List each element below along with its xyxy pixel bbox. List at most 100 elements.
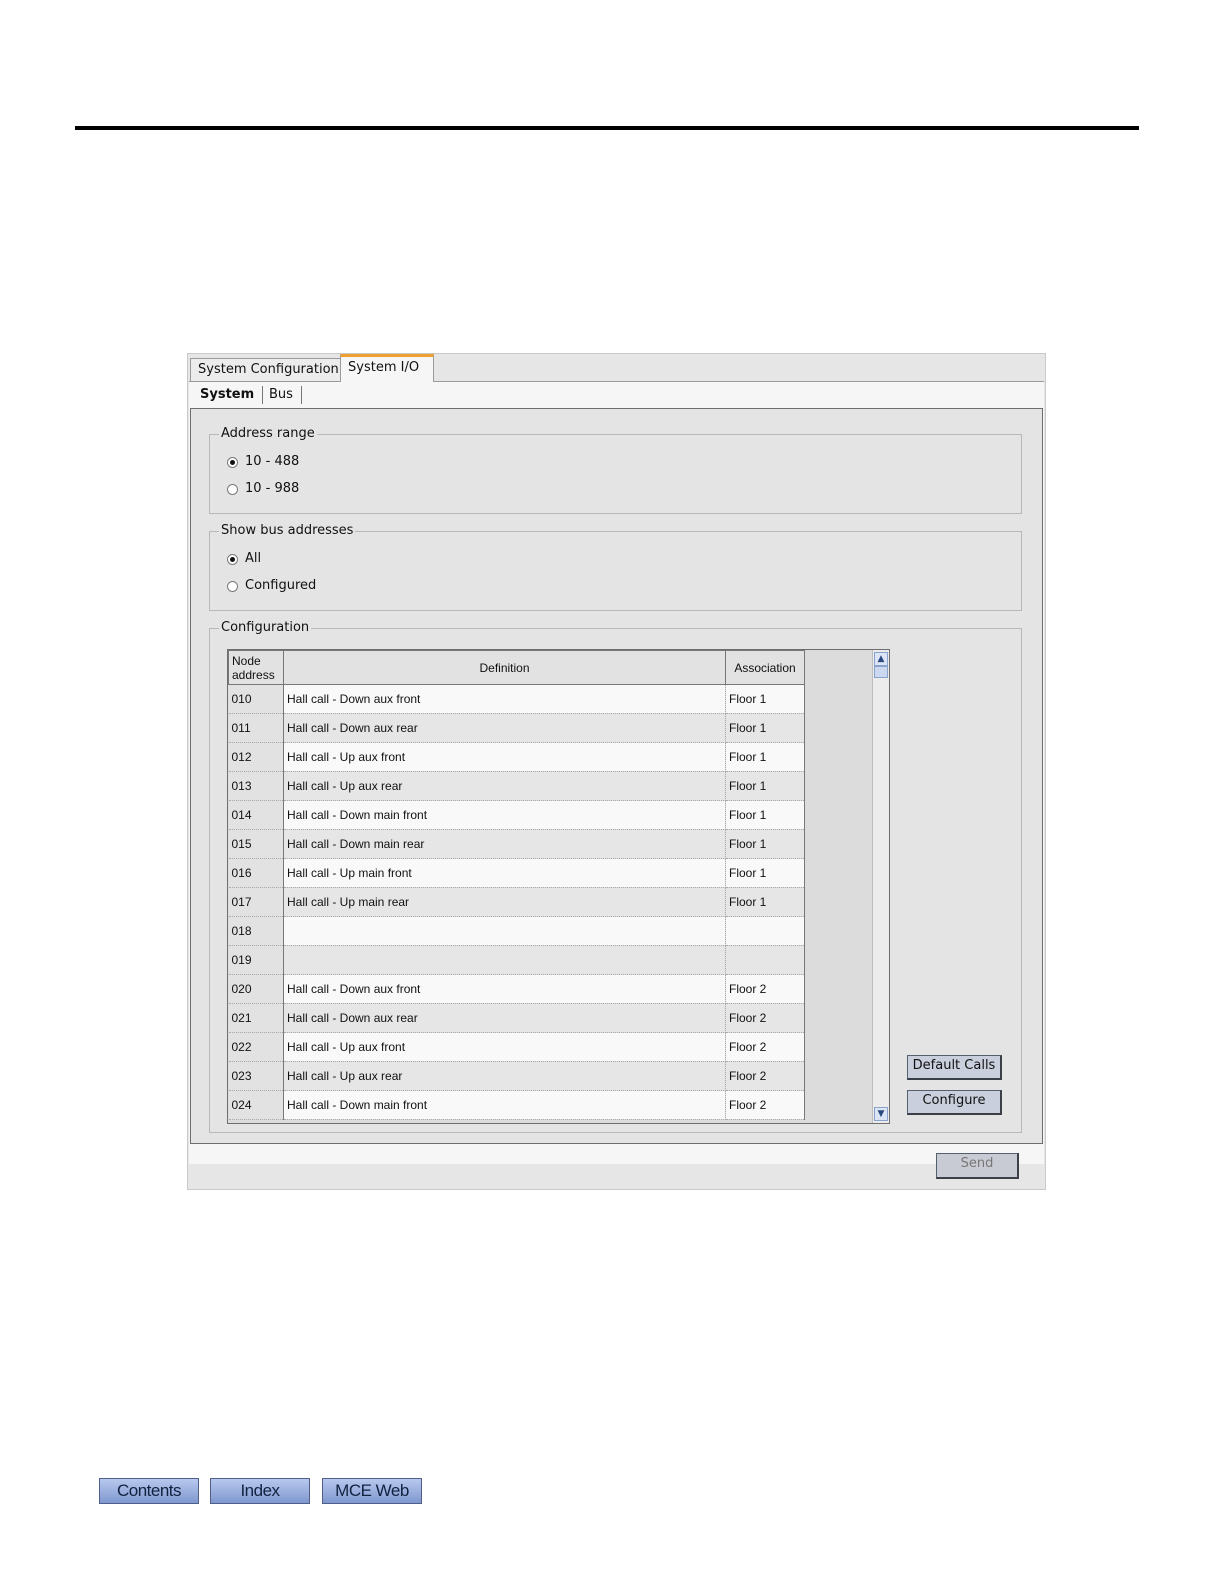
table-row[interactable]: 019	[228, 945, 805, 975]
subtab-bus[interactable]: Bus	[261, 386, 302, 404]
node-address-cell[interactable]: 017	[228, 887, 284, 917]
association-cell[interactable]: Floor 1	[725, 800, 805, 830]
table-row[interactable]: 021 Hall call - Down aux rear Floor 2	[228, 1003, 805, 1033]
definition-cell[interactable]: Hall call - Up aux front	[283, 742, 726, 772]
scroll-thumb[interactable]	[874, 666, 888, 678]
association-cell[interactable]: Floor 2	[725, 1032, 805, 1062]
association-cell[interactable]	[725, 945, 805, 975]
node-address-cell[interactable]: 016	[228, 858, 284, 888]
top-rule	[75, 126, 1139, 130]
tab-system-configuration[interactable]: System Configuration	[190, 358, 341, 381]
definition-cell[interactable]: Hall call - Up main rear	[283, 887, 726, 917]
contents-nav-button[interactable]: Contents	[99, 1478, 199, 1504]
table-body: 010 Hall call - Down aux front Floor 1 011 H…	[228, 684, 805, 1120]
node-address-cell[interactable]: 019	[228, 945, 284, 975]
association-cell[interactable]: Floor 1	[725, 713, 805, 743]
definition-cell[interactable]: Hall call - Up aux rear	[283, 1061, 726, 1091]
address-range-legend: Address range	[219, 425, 317, 443]
definition-cell[interactable]: Hall call - Down aux front	[283, 684, 726, 714]
show-all-option[interactable]: All	[227, 550, 261, 568]
system-io-panel: System Bus Address range 10 - 488 10 - 9…	[189, 381, 1044, 1179]
table-row[interactable]: 014 Hall call - Down main front Floor 1	[228, 800, 805, 830]
configure-button[interactable]: Configure	[907, 1090, 1002, 1115]
definition-cell[interactable]: Hall call - Up main front	[283, 858, 726, 888]
node-address-cell[interactable]: 014	[228, 800, 284, 830]
show-bus-addresses-group: Show bus addresses All Configured	[209, 522, 1022, 611]
definition-cell[interactable]: Hall call - Down aux rear	[283, 1003, 726, 1033]
definition-cell[interactable]: Hall call - Down main rear	[283, 829, 726, 859]
node-address-cell[interactable]: 010	[228, 684, 284, 714]
tab-system-io[interactable]: System I/O	[340, 354, 434, 382]
option-label: Configured	[245, 578, 317, 593]
scroll-down-icon[interactable]: ▼	[874, 1107, 888, 1121]
address-range-option-488[interactable]: 10 - 488	[227, 453, 299, 471]
association-cell[interactable]: Floor 2	[725, 1003, 805, 1033]
definition-cell[interactable]: Hall call - Up aux rear	[283, 771, 726, 801]
node-address-cell[interactable]: 018	[228, 916, 284, 946]
radio-icon[interactable]	[227, 580, 238, 592]
association-cell[interactable]: Floor 1	[725, 887, 805, 917]
table-row[interactable]: 020 Hall call - Down aux front Floor 2	[228, 974, 805, 1004]
association-cell[interactable]: Floor 2	[725, 1061, 805, 1091]
association-cell[interactable]: Floor 1	[725, 858, 805, 888]
association-cell[interactable]	[725, 916, 805, 946]
radio-icon[interactable]	[227, 483, 238, 495]
subtab-system[interactable]: System	[192, 386, 264, 404]
definition-cell[interactable]	[283, 916, 726, 946]
definition-cell[interactable]: Hall call - Down aux rear	[283, 713, 726, 743]
node-address-cell[interactable]: 023	[228, 1061, 284, 1091]
association-cell[interactable]: Floor 1	[725, 771, 805, 801]
vertical-scrollbar[interactable]: ▲ ▼	[872, 650, 889, 1123]
node-address-cell[interactable]: 015	[228, 829, 284, 859]
definition-cell[interactable]: Hall call - Up aux front	[283, 1032, 726, 1062]
option-label: 10 - 488	[245, 454, 300, 469]
default-calls-button[interactable]: Default Calls	[907, 1055, 1002, 1080]
table-row[interactable]: 012 Hall call - Up aux front Floor 1	[228, 742, 805, 772]
table-row[interactable]: 013 Hall call - Up aux rear Floor 1	[228, 771, 805, 801]
address-range-option-988[interactable]: 10 - 988	[227, 480, 299, 498]
option-label: 10 - 988	[245, 481, 300, 496]
association-cell[interactable]: Floor 1	[725, 684, 805, 714]
table-row[interactable]: 011 Hall call - Down aux rear Floor 1	[228, 713, 805, 743]
table-row[interactable]: 017 Hall call - Up main rear Floor 1	[228, 887, 805, 917]
show-configured-option[interactable]: Configured	[227, 577, 316, 595]
table-row[interactable]: 022 Hall call - Up aux front Floor 2	[228, 1032, 805, 1062]
association-cell[interactable]: Floor 2	[725, 1090, 805, 1120]
column-definition[interactable]: Definition	[283, 650, 726, 685]
option-label: All	[245, 551, 262, 566]
system-io-window: System Configuration System I/O System B…	[187, 353, 1046, 1190]
association-cell[interactable]: Floor 1	[725, 829, 805, 859]
table-row[interactable]: 023 Hall call - Up aux rear Floor 2	[228, 1061, 805, 1091]
node-address-cell[interactable]: 020	[228, 974, 284, 1004]
index-nav-button[interactable]: Index	[210, 1478, 310, 1504]
definition-cell[interactable]: Hall call - Down main front	[283, 1090, 726, 1120]
send-button[interactable]: Send	[936, 1153, 1019, 1179]
node-address-cell[interactable]: 021	[228, 1003, 284, 1033]
definition-cell[interactable]	[283, 945, 726, 975]
radio-selected-icon[interactable]	[227, 456, 238, 468]
configuration-table: Node address Definition Association 010 H…	[228, 650, 805, 1120]
association-cell[interactable]: Floor 2	[725, 974, 805, 1004]
table-row[interactable]: 018	[228, 916, 805, 946]
scroll-up-icon[interactable]: ▲	[874, 652, 888, 666]
configuration-group: Configuration Node address Definition As…	[209, 619, 1022, 1133]
definition-cell[interactable]: Hall call - Down aux front	[283, 974, 726, 1004]
configuration-grid[interactable]: Node address Definition Association 010 H…	[227, 649, 890, 1124]
node-address-cell[interactable]: 024	[228, 1090, 284, 1120]
table-row[interactable]: 010 Hall call - Down aux front Floor 1	[228, 684, 805, 714]
radio-selected-icon[interactable]	[227, 553, 238, 565]
node-address-cell[interactable]: 013	[228, 771, 284, 801]
table-row[interactable]: 015 Hall call - Down main rear Floor 1	[228, 829, 805, 859]
definition-cell[interactable]: Hall call - Down main front	[283, 800, 726, 830]
table-row[interactable]: 024 Hall call - Down main front Floor 2	[228, 1090, 805, 1120]
association-cell[interactable]: Floor 1	[725, 742, 805, 772]
node-address-cell[interactable]: 011	[228, 713, 284, 743]
column-association[interactable]: Association	[725, 650, 805, 685]
node-address-cell[interactable]: 022	[228, 1032, 284, 1062]
node-address-cell[interactable]: 012	[228, 742, 284, 772]
table-row[interactable]: 016 Hall call - Up main front Floor 1	[228, 858, 805, 888]
mce-web-nav-button[interactable]: MCE Web	[322, 1478, 422, 1504]
address-range-group: Address range 10 - 488 10 - 988	[209, 425, 1022, 514]
system-subpanel: Address range 10 - 488 10 - 988 Show bus…	[190, 408, 1043, 1144]
column-node-address[interactable]: Node address	[228, 650, 284, 685]
